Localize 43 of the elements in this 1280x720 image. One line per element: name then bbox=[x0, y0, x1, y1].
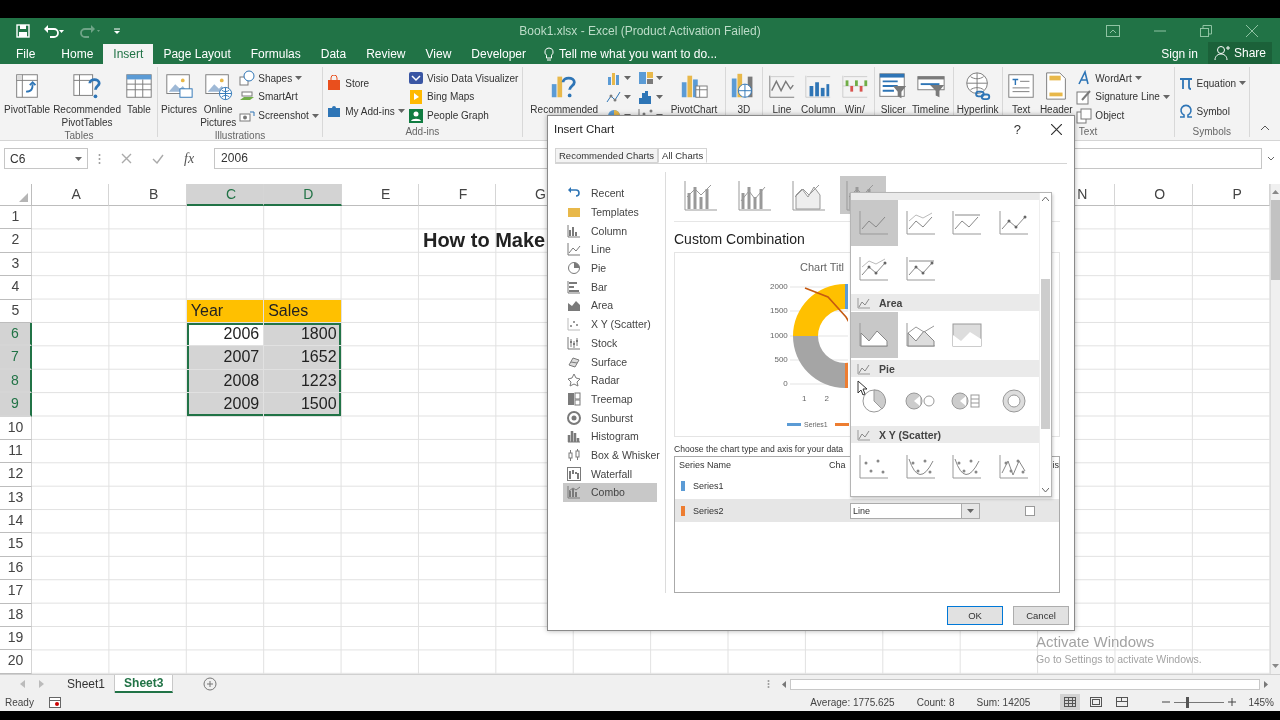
table-cell: 2008 bbox=[186, 369, 265, 394]
section-heading: Custom Combination bbox=[674, 230, 806, 248]
section-title: Area bbox=[879, 296, 903, 309]
table-heading: Series Name bbox=[678, 459, 732, 472]
table-header-cell: Year bbox=[186, 299, 265, 323]
axis-tick-label: 1 bbox=[802, 394, 807, 404]
axis-tick-label: 1000 bbox=[770, 329, 788, 342]
axis-tick-label: 1500 bbox=[770, 305, 788, 318]
zoom-level: 145% bbox=[1248, 696, 1274, 708]
dialog-title: Insert Chart bbox=[554, 123, 616, 135]
series-name: Series1 bbox=[693, 480, 724, 491]
table-cell: 1223 bbox=[264, 369, 342, 394]
chart-title: Chart Titl bbox=[800, 261, 844, 273]
activation-title: Activate Windows bbox=[1036, 633, 1156, 650]
axis-tick-label: 0 bbox=[782, 378, 788, 391]
status-statistic: Sum: 14205 bbox=[976, 696, 1031, 708]
section-title: X Y (Scatter) bbox=[879, 428, 942, 441]
status-statistic: Count: 8 bbox=[916, 696, 955, 708]
series-name: Series2 bbox=[693, 505, 724, 516]
table-cell: 2006 bbox=[186, 322, 265, 347]
table-cell: 2007 bbox=[186, 346, 265, 370]
table-heading: Cha bbox=[829, 459, 846, 472]
table-cell: 1800 bbox=[264, 322, 342, 347]
axis-tick-label: 2 bbox=[824, 394, 829, 404]
status-statistic: Average: 1775.625 bbox=[810, 696, 895, 708]
axis-tick-label: 500 bbox=[773, 353, 788, 366]
group-label: Add-ins bbox=[405, 125, 440, 139]
group-label: Symbols bbox=[1192, 125, 1231, 139]
axis-tick-label: 2000 bbox=[770, 281, 788, 293]
window-title: Book1.xlsx - Excel (Product Activation Failed) bbox=[518, 24, 762, 38]
group-label: Text bbox=[1078, 125, 1098, 139]
status-text: Ready bbox=[5, 696, 34, 708]
section-title: Pie bbox=[879, 362, 895, 375]
table-cell: 1500 bbox=[264, 393, 342, 417]
sheet-title: How to Make bbox=[422, 229, 546, 252]
group-label: Tables bbox=[64, 129, 94, 143]
group-label: Illustrations bbox=[214, 129, 266, 143]
activation-message: Go to Settings to activate Windows. bbox=[1036, 653, 1202, 665]
table-cell: 1652 bbox=[264, 346, 342, 370]
table-header-cell: Sales bbox=[264, 299, 342, 323]
instruction-text: Choose the chart type and axis for your data bbox=[674, 444, 844, 454]
table-heading: is bbox=[1052, 459, 1059, 472]
table-cell: 2009 bbox=[186, 393, 265, 417]
